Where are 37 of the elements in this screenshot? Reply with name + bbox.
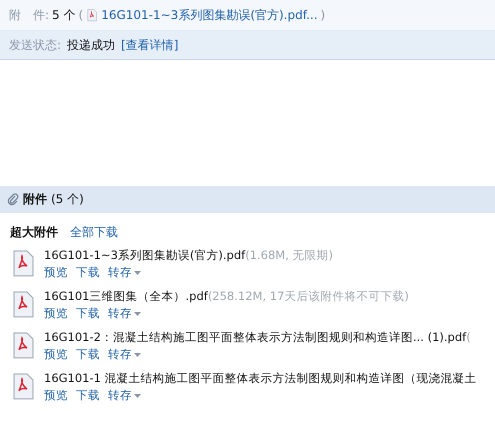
save-dropdown[interactable]: 转存: [108, 306, 141, 321]
caret-icon: [134, 312, 141, 316]
details-link[interactable]: [查看详情]: [121, 36, 178, 54]
caret-icon: [134, 270, 141, 274]
file-name: 16G101-1~3系列图集勘误(官方).pdf: [44, 248, 246, 263]
file-meta: (1.68M, 无限期): [245, 248, 334, 263]
file-meta: (258.12M, 17天后该附件将不可下载): [208, 289, 409, 304]
file-name: 16G101-2：混凝土结构施工图平面整体表示方法制图规则和构造详图... (1).pdf: [44, 330, 466, 345]
paperclip-icon: [7, 193, 19, 206]
file-action-link[interactable]: 下载: [76, 388, 100, 403]
file-name: 16G101三维图集（全本）.pdf: [44, 289, 208, 304]
file-action-link[interactable]: 预览: [44, 347, 68, 362]
save-dropdown[interactable]: 转存: [108, 388, 141, 403]
file-action-link[interactable]: 预览: [44, 306, 68, 321]
file-action-link[interactable]: 下载: [76, 306, 100, 321]
download-all-link[interactable]: 全部下载: [70, 224, 118, 241]
file-meta: (: [466, 330, 471, 345]
status-label: 发送状态:: [9, 36, 62, 54]
attachment-link[interactable]: 16G101-1~3系列图集勘误(官方).pdf...: [101, 6, 318, 24]
file-action-link[interactable]: 下载: [76, 265, 100, 280]
caret-icon: [134, 352, 141, 356]
file-action-link[interactable]: 预览: [44, 265, 68, 280]
file-action-link[interactable]: 下载: [76, 347, 100, 362]
save-dropdown[interactable]: 转存: [108, 347, 141, 362]
file-action-link[interactable]: 预览: [44, 388, 68, 403]
save-dropdown[interactable]: 转存: [108, 265, 141, 280]
group-label: 超大附件: [10, 224, 58, 241]
attachments-count: (5 个): [51, 191, 84, 208]
attachment-count: 5 个: [52, 6, 76, 24]
attachment-label: 附 件:: [9, 6, 50, 24]
caret-icon: [134, 394, 141, 398]
paren: ): [320, 8, 326, 22]
attachments-title: 附件: [23, 191, 47, 208]
pdf-file-icon: [86, 8, 98, 22]
paren: (: [78, 8, 84, 22]
status-value: 投递成功: [67, 36, 116, 54]
file-name: 16G101-1 混凝土结构施工图平面整体表示方法制图规则和构造详图（现浇混凝土: [44, 371, 477, 386]
